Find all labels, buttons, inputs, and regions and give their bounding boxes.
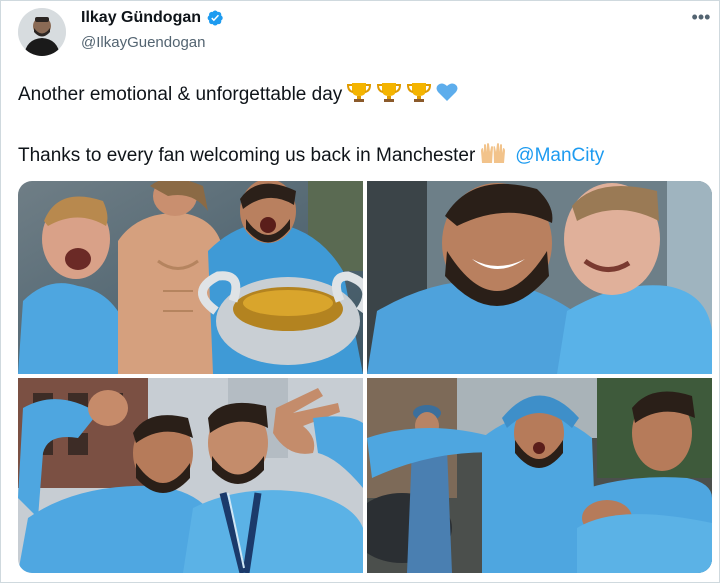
photo-3[interactable] [18,378,363,573]
verified-badge-icon [207,10,223,26]
tweet-card[interactable]: Ilkay Gündogan @IlkayGuendogan ••• Anoth… [0,0,720,583]
photo-2[interactable] [367,181,712,374]
trophy-icon [406,81,432,109]
photo-1[interactable] [18,181,363,374]
avatar[interactable] [18,8,66,56]
more-options-icon[interactable]: ••• [687,7,715,27]
author-handle[interactable]: @IlkayGuendogan [81,34,205,51]
mention-link[interactable]: @ManCity [515,145,604,167]
avatar-photo [18,8,66,56]
photo-4[interactable] [367,378,712,573]
tweet-text-line-2: Thanks to every fan welcoming us back in… [18,141,604,171]
tweet-text-line-1: Another emotional & unforgettable day [18,81,458,109]
trophy-icon [346,81,372,109]
trophy-icon [376,81,402,109]
author-name-row: Ilkay Gündogan [81,9,224,27]
author-name[interactable]: Ilkay Gündogan [81,9,201,27]
blue-heart-icon [436,82,458,108]
tweet-text-1: Another emotional & unforgettable day [18,84,343,105]
raising-hands-icon [479,141,507,171]
photo-grid [18,181,712,573]
tweet-text-2: Thanks to every fan welcoming us back in… [18,145,476,166]
